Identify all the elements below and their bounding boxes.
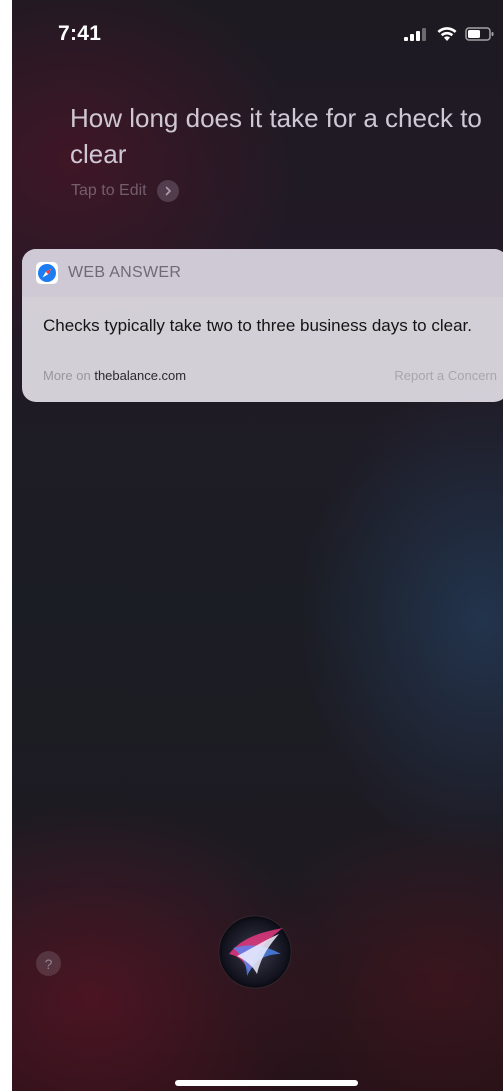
more-on-label: More on <box>43 368 91 383</box>
status-bar: 7:41 <box>12 0 503 60</box>
answer-text: Checks typically take two to three busin… <box>43 316 472 335</box>
web-answer-card[interactable]: WEB ANSWER Checks typically take two to … <box>22 249 503 402</box>
chevron-right-icon <box>156 180 179 202</box>
tap-to-edit-button[interactable]: Tap to Edit <box>71 180 179 202</box>
siri-query: How long does it take for a check to cle… <box>70 103 482 169</box>
safari-icon <box>36 262 58 284</box>
card-header-label: WEB ANSWER <box>68 264 182 281</box>
siri-screen: 7:41 How long does it take for a check t… <box>12 0 503 1091</box>
card-header: WEB ANSWER <box>22 249 503 297</box>
status-icons <box>403 24 495 44</box>
signal-icon <box>404 28 426 41</box>
tap-to-edit-label: Tap to Edit <box>71 182 147 199</box>
home-indicator[interactable] <box>175 1080 358 1086</box>
card-footer: More on thebalance.com Report a Concern <box>43 368 497 383</box>
report-concern-link[interactable]: Report a Concern <box>394 368 497 383</box>
help-label: ? <box>44 955 53 972</box>
status-time: 7:41 <box>58 22 102 45</box>
battery-icon <box>465 27 494 41</box>
source-link[interactable]: thebalance.com <box>94 368 186 383</box>
wifi-icon <box>437 27 457 41</box>
siri-orb-icon[interactable] <box>217 914 293 990</box>
help-button[interactable]: ? <box>36 951 61 976</box>
